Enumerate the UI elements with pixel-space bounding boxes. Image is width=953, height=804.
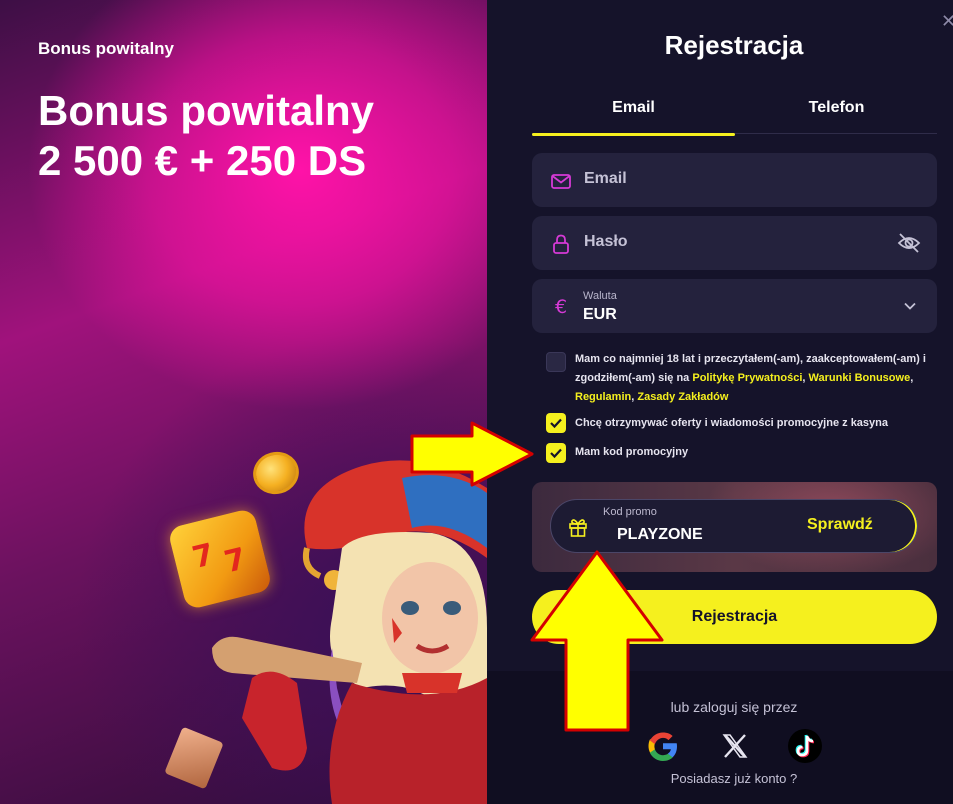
email-field[interactable]: Email xyxy=(532,153,937,207)
annotation-arrow-up-icon xyxy=(530,550,664,732)
rules-link[interactable]: Regulamin xyxy=(575,391,631,403)
gift-icon xyxy=(569,519,587,537)
promo-code-checkbox[interactable] xyxy=(546,443,566,463)
marketing-label: Chcę otrzymywać oferty i wiadomości prom… xyxy=(575,417,888,429)
betting-rules-link[interactable]: Zasady Zakładów xyxy=(637,391,728,403)
checkmark-icon xyxy=(550,418,562,429)
tab-email[interactable]: Email xyxy=(532,96,735,136)
promo-code-label: Kod promo xyxy=(603,506,657,518)
currency-label: Waluta xyxy=(583,290,617,302)
annotation-arrow-right-icon xyxy=(410,421,534,487)
jester-character-image xyxy=(212,460,487,804)
promo-title-line2: 2 500 € + 250 DS xyxy=(38,137,367,184)
promo-title: Bonus powitalny 2 500 € + 250 DS xyxy=(38,86,374,186)
promo-title-line1: Bonus powitalny xyxy=(38,87,374,134)
registration-tabs: Email Telefon xyxy=(532,96,938,136)
checkmark-icon xyxy=(550,448,562,459)
chevron-down-icon xyxy=(904,302,916,310)
tab-phone[interactable]: Telefon xyxy=(735,96,938,134)
password-field[interactable]: Hasło xyxy=(532,216,937,270)
promo-kicker: Bonus powitalny xyxy=(38,39,174,58)
eye-off-icon[interactable] xyxy=(897,232,921,254)
x-icon[interactable] xyxy=(717,728,753,764)
promo-panel: Bonus powitalny Bonus powitalny 2 500 € … xyxy=(0,0,487,804)
terms-text: Mam co najmniej 18 lat i przeczytałem(-a… xyxy=(575,350,937,407)
terms-checkbox[interactable] xyxy=(546,352,566,372)
form-title: Rejestracja xyxy=(664,30,804,60)
marketing-checkbox[interactable] xyxy=(546,413,566,433)
envelope-icon xyxy=(551,174,571,189)
currency-value: EUR xyxy=(583,306,617,323)
password-placeholder: Hasło xyxy=(584,233,628,250)
promo-code-input[interactable]: Kod promo PLAYZONE Sprawdź xyxy=(550,499,918,553)
close-button[interactable]: ✕ xyxy=(941,12,953,32)
bonus-terms-link[interactable]: Warunki Bonusowe xyxy=(809,372,911,384)
currency-select[interactable]: € Waluta EUR xyxy=(532,279,937,333)
terms-separator: , xyxy=(910,372,914,384)
promo-code-checkbox-label: Mam kod promocyjny xyxy=(575,446,689,458)
lock-icon xyxy=(553,234,569,254)
privacy-policy-link[interactable]: Politykę Prywatności xyxy=(692,372,802,384)
tiktok-icon[interactable] xyxy=(787,728,823,764)
promo-code-value: PLAYZONE xyxy=(617,526,703,543)
check-promo-button[interactable]: Sprawdź xyxy=(807,516,873,534)
email-placeholder: Email xyxy=(584,170,627,187)
euro-icon: € xyxy=(554,296,568,318)
have-account-link[interactable]: Posiadasz już konto ? xyxy=(487,771,953,786)
